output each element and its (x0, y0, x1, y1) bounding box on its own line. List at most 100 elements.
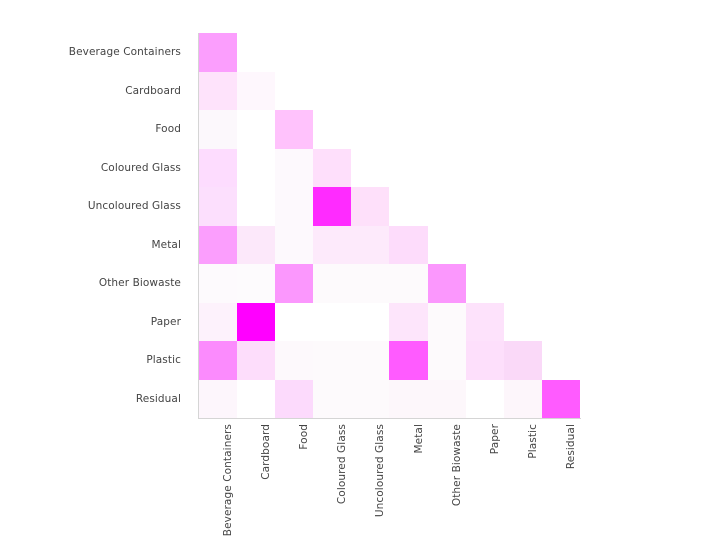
heatmap-cell[interactable] (465, 264, 504, 303)
heatmap-cell[interactable] (199, 33, 238, 72)
heatmap-cell[interactable] (541, 148, 580, 187)
heatmap-cell[interactable] (427, 264, 466, 303)
heatmap-cell[interactable] (199, 225, 238, 264)
heatmap-cell[interactable] (351, 302, 390, 341)
heatmap-cell[interactable] (541, 264, 580, 303)
heatmap-cell[interactable] (503, 379, 542, 418)
heatmap-cell[interactable] (351, 71, 390, 110)
heatmap-cell[interactable] (465, 302, 504, 341)
heatmap-cell[interactable] (389, 110, 428, 149)
heatmap-cell[interactable] (199, 148, 238, 187)
heatmap-cell[interactable] (275, 264, 314, 303)
heatmap-cell[interactable] (313, 33, 352, 72)
heatmap-cell[interactable] (465, 71, 504, 110)
heatmap-cell[interactable] (351, 379, 390, 418)
heatmap-cell[interactable] (427, 341, 466, 380)
heatmap-cell[interactable] (275, 71, 314, 110)
heatmap-cell[interactable] (275, 33, 314, 72)
heatmap-cell[interactable] (237, 33, 276, 72)
heatmap-cell[interactable] (351, 225, 390, 264)
heatmap-cell[interactable] (199, 110, 238, 149)
heatmap-cell[interactable] (427, 225, 466, 264)
heatmap-cell[interactable] (313, 71, 352, 110)
heatmap-cell[interactable] (237, 264, 276, 303)
heatmap-cell[interactable] (541, 379, 580, 418)
heatmap-cell[interactable] (275, 302, 314, 341)
heatmap-cell[interactable] (541, 225, 580, 264)
heatmap-cell[interactable] (275, 110, 314, 149)
heatmap-cell[interactable] (389, 225, 428, 264)
heatmap-cell[interactable] (503, 33, 542, 72)
heatmap-cell[interactable] (237, 225, 276, 264)
heatmap-cell[interactable] (199, 379, 238, 418)
heatmap-cell[interactable] (351, 33, 390, 72)
heatmap-cell[interactable] (503, 110, 542, 149)
heatmap-cell[interactable] (465, 341, 504, 380)
heatmap-cell[interactable] (465, 225, 504, 264)
heatmap-cell[interactable] (427, 187, 466, 226)
heatmap-cell[interactable] (351, 148, 390, 187)
heatmap-cell[interactable] (237, 71, 276, 110)
heatmap-cell[interactable] (503, 148, 542, 187)
heatmap-cell[interactable] (503, 187, 542, 226)
heatmap-cell[interactable] (351, 264, 390, 303)
heatmap-cell[interactable] (313, 302, 352, 341)
heatmap-cell[interactable] (275, 148, 314, 187)
heatmap-cell[interactable] (199, 341, 238, 380)
heatmap-cell[interactable] (275, 225, 314, 264)
heatmap-cell[interactable] (389, 341, 428, 380)
heatmap-cell[interactable] (313, 148, 352, 187)
heatmap-cell[interactable] (541, 71, 580, 110)
heatmap-cell[interactable] (389, 302, 428, 341)
heatmap-cell[interactable] (465, 379, 504, 418)
heatmap-cell[interactable] (199, 264, 238, 303)
heatmap-cell[interactable] (389, 379, 428, 418)
heatmap-cell[interactable] (351, 110, 390, 149)
heatmap-cell[interactable] (275, 187, 314, 226)
heatmap-cell[interactable] (465, 148, 504, 187)
heatmap-cell[interactable] (541, 33, 580, 72)
heatmap-cell[interactable] (275, 379, 314, 418)
heatmap-cell[interactable] (237, 110, 276, 149)
heatmap-cell[interactable] (313, 225, 352, 264)
heatmap-cell[interactable] (199, 302, 238, 341)
heatmap-cell[interactable] (427, 302, 466, 341)
heatmap-cell[interactable] (427, 33, 466, 72)
heatmap-cell[interactable] (313, 187, 352, 226)
heatmap-cell[interactable] (313, 110, 352, 149)
heatmap-cell[interactable] (427, 71, 466, 110)
heatmap-cell[interactable] (389, 148, 428, 187)
heatmap-cell[interactable] (427, 379, 466, 418)
heatmap-cell[interactable] (503, 225, 542, 264)
heatmap-cell[interactable] (237, 148, 276, 187)
heatmap-cell[interactable] (237, 379, 276, 418)
heatmap-cell[interactable] (465, 33, 504, 72)
heatmap-cell[interactable] (199, 71, 238, 110)
heatmap-cell[interactable] (237, 187, 276, 226)
heatmap-cell[interactable] (313, 379, 352, 418)
heatmap-cell[interactable] (313, 264, 352, 303)
heatmap-cell[interactable] (465, 187, 504, 226)
heatmap-cell[interactable] (427, 148, 466, 187)
heatmap-cell[interactable] (541, 187, 580, 226)
heatmap-cell[interactable] (427, 110, 466, 149)
heatmap-cell[interactable] (389, 264, 428, 303)
heatmap-cell[interactable] (313, 341, 352, 380)
heatmap-cell[interactable] (237, 302, 276, 341)
heatmap-cell[interactable] (465, 110, 504, 149)
heatmap-cell[interactable] (503, 341, 542, 380)
heatmap-cell[interactable] (503, 264, 542, 303)
heatmap-cell[interactable] (351, 187, 390, 226)
heatmap-cell[interactable] (541, 302, 580, 341)
heatmap-cell[interactable] (541, 341, 580, 380)
heatmap-cell[interactable] (389, 33, 428, 72)
heatmap-cell[interactable] (541, 110, 580, 149)
heatmap-cell[interactable] (389, 187, 428, 226)
heatmap-cell[interactable] (389, 71, 428, 110)
heatmap-cell[interactable] (351, 341, 390, 380)
heatmap-cell[interactable] (503, 71, 542, 110)
heatmap-cell[interactable] (275, 341, 314, 380)
heatmap-cell[interactable] (503, 302, 542, 341)
heatmap-cell[interactable] (199, 187, 238, 226)
heatmap-cell[interactable] (237, 341, 276, 380)
